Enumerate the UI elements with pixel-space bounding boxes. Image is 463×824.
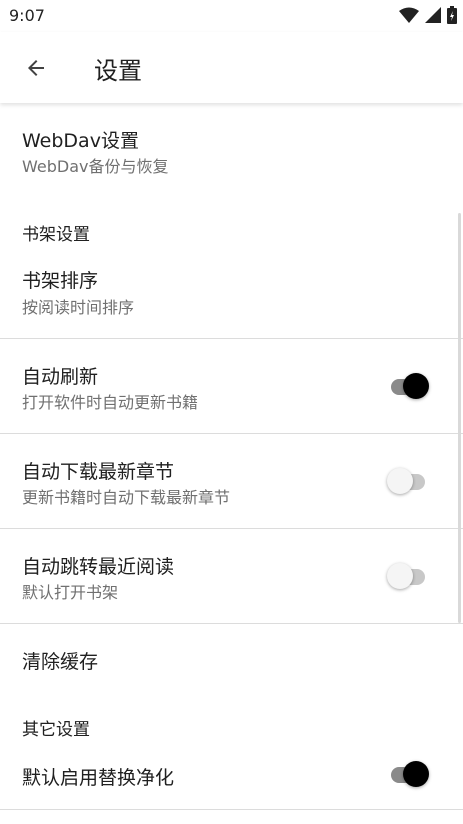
status-icons xyxy=(399,5,457,25)
auto-jump-title: 自动跳转最近阅读 xyxy=(22,556,175,578)
scrollbar[interactable] xyxy=(458,213,461,623)
signal-icon xyxy=(425,7,441,23)
settings-list: WebDav设置 WebDav备份与恢复 书架设置 书架排序 按阅读时间排序 自… xyxy=(0,103,463,824)
switch-thumb xyxy=(403,373,429,399)
replace-purify-title: 默认启用替换净化 xyxy=(22,767,175,789)
back-button[interactable] xyxy=(14,46,58,90)
status-bar: 9:07 xyxy=(0,0,463,32)
webdav-settings-subtitle: WebDav备份与恢复 xyxy=(22,157,169,176)
switch-thumb xyxy=(387,468,413,494)
auto-refresh-switch[interactable] xyxy=(389,373,429,399)
auto-download-subtitle: 更新书籍时自动下载最新章节 xyxy=(22,488,231,507)
battery-icon xyxy=(447,6,457,24)
auto-refresh-subtitle: 打开软件时自动更新书籍 xyxy=(22,393,199,412)
webdav-settings-title: WebDav设置 xyxy=(22,130,139,152)
auto-jump-switch[interactable] xyxy=(387,563,429,589)
switch-thumb xyxy=(403,761,429,787)
bookshelf-sort-subtitle: 按阅读时间排序 xyxy=(22,298,135,317)
bookshelf-sort-title: 书架排序 xyxy=(22,270,99,292)
bookshelf-sort-item[interactable]: 书架排序 按阅读时间排序 xyxy=(0,249,463,337)
replace-purify-switch[interactable] xyxy=(389,761,429,787)
auto-download-title: 自动下载最新章节 xyxy=(22,461,175,483)
auto-jump-subtitle: 默认打开书架 xyxy=(22,583,119,602)
auto-download-switch[interactable] xyxy=(387,468,429,494)
divider xyxy=(0,809,463,810)
switch-thumb xyxy=(387,563,413,589)
replace-purify-item[interactable]: 默认启用替换净化 xyxy=(0,744,463,808)
clear-cache-item[interactable]: 清除缓存 xyxy=(0,624,463,696)
section-other-header: 其它设置 xyxy=(22,720,90,740)
wifi-icon xyxy=(399,7,419,23)
clear-cache-title: 清除缓存 xyxy=(22,651,99,673)
app-bar: 设置 xyxy=(0,32,463,103)
auto-refresh-item[interactable]: 自动刷新 打开软件时自动更新书籍 xyxy=(0,339,463,433)
webdav-settings-item[interactable]: WebDav设置 WebDav备份与恢复 xyxy=(0,103,463,195)
status-time: 9:07 xyxy=(9,6,45,25)
section-bookshelf-header: 书架设置 xyxy=(22,225,90,245)
auto-refresh-title: 自动刷新 xyxy=(22,366,99,388)
page-title: 设置 xyxy=(94,57,142,85)
auto-download-item[interactable]: 自动下载最新章节 更新书籍时自动下载最新章节 xyxy=(0,434,463,528)
arrow-back-icon xyxy=(28,60,44,76)
auto-jump-item[interactable]: 自动跳转最近阅读 默认打开书架 xyxy=(0,529,463,623)
